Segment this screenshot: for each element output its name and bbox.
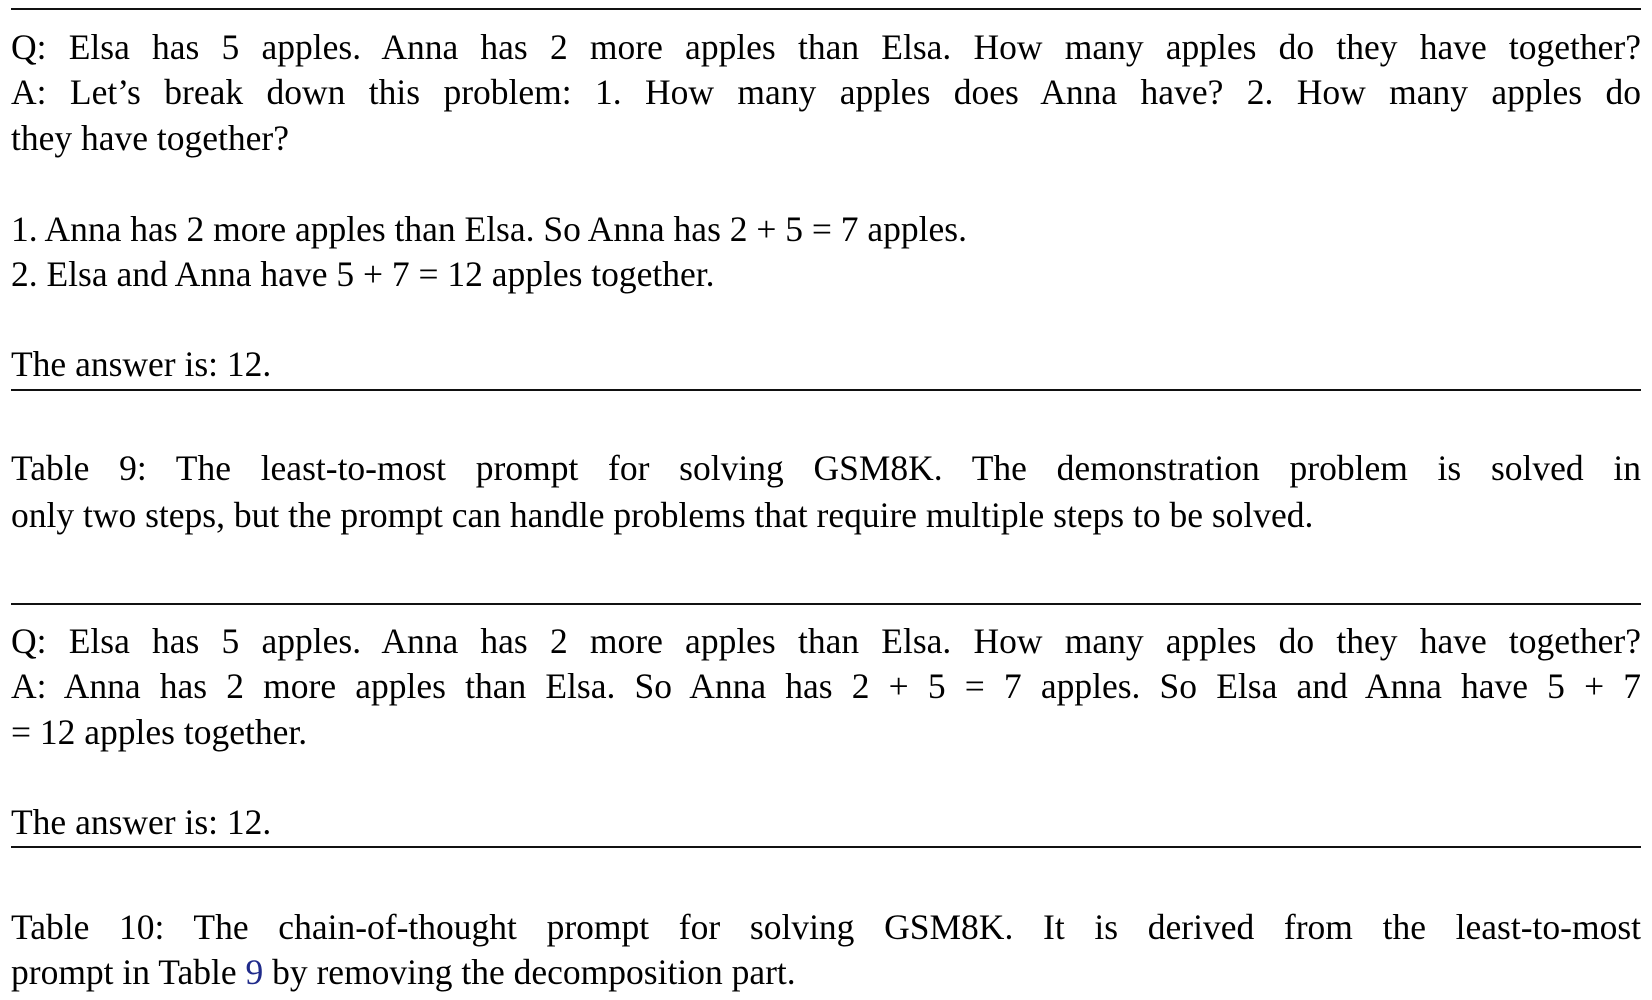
table-9-reference-link[interactable]: 9	[245, 952, 263, 992]
table10-final-answer: The answer is: 12.	[11, 802, 272, 842]
table9-top-rule	[11, 8, 1641, 10]
table9-step2: 2. Elsa and Anna have 5 + 7 = 12 apples …	[11, 254, 715, 294]
table9-question: Q: Elsa has 5 apples. Anna has 2 more ap…	[11, 27, 1641, 67]
table10-caption-line2: prompt in Table 9 by removing the decomp…	[11, 950, 1641, 994]
table9-bottom-rule	[11, 389, 1641, 391]
table10-answer-line2: = 12 apples together.	[11, 712, 308, 752]
caption-text: prompt in Table	[11, 952, 246, 992]
table9-caption-line2: only two steps, but the prompt can handl…	[11, 495, 1314, 535]
caption-text: by removing the decomposition part.	[263, 952, 796, 992]
table9-caption-line1: Table 9: The least-to-most prompt for so…	[11, 448, 1641, 488]
table9-answer-line1: A: Let’s break down this problem: 1. How…	[11, 72, 1641, 112]
table9-answer-line2: they have together?	[11, 118, 289, 158]
table10-bottom-rule	[11, 846, 1641, 848]
table10-question: Q: Elsa has 5 apples. Anna has 2 more ap…	[11, 621, 1641, 661]
table10-top-rule	[11, 603, 1641, 605]
table10-caption-line1: Table 10: The chain-of-thought prompt fo…	[11, 907, 1641, 947]
table9-step1: 1. Anna has 2 more apples than Elsa. So …	[11, 209, 967, 249]
table9-final-answer: The answer is: 12.	[11, 344, 272, 384]
table10-answer-line1: A: Anna has 2 more apples than Elsa. So …	[11, 666, 1641, 706]
